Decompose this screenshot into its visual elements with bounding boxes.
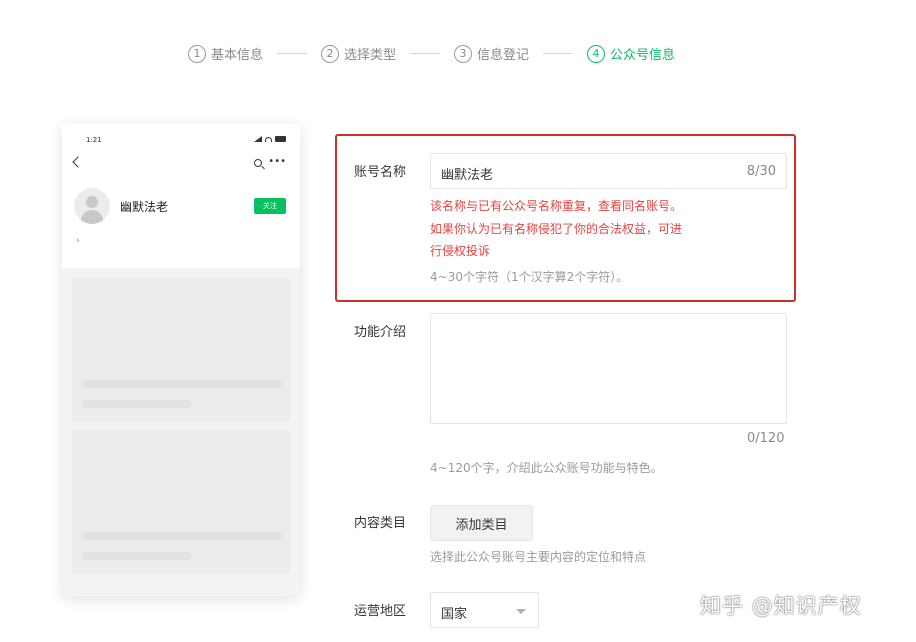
phone-preview: 1:21 ••• 幽默法老 关注 › <box>62 124 300 596</box>
avatar <box>74 188 110 224</box>
account-name-value: 幽默法老 <box>441 168 494 183</box>
region-select[interactable]: 国家 <box>430 592 539 628</box>
step-label: 信息登记 <box>477 48 530 63</box>
step-label: 基本信息 <box>211 48 264 63</box>
intro-hint: 4~120个字，介绍此公众账号功能与特色。 <box>430 461 663 475</box>
step-account-info: 4 公众号信息 <box>587 44 675 63</box>
account-name-label: 账号名称 <box>354 165 407 180</box>
preview-placeholder-card <box>72 278 290 422</box>
preview-account-name: 幽默法老 <box>120 200 169 214</box>
battery-icon <box>275 136 286 142</box>
intro-label: 功能介绍 <box>354 325 407 340</box>
category-hint: 选择此公众号账号主要内容的定位和特点 <box>430 550 647 564</box>
region-label: 运营地区 <box>354 604 407 619</box>
placeholder-line <box>82 380 282 388</box>
account-name-counter: 8/30 <box>746 164 776 179</box>
account-name-input[interactable]: 幽默法老 8/30 <box>430 153 787 189</box>
account-name-hint: 4~30个字符（1个汉字算2个字符）。 <box>430 270 629 284</box>
region-value: 国家 <box>441 607 468 622</box>
status-time: 1:21 <box>86 136 102 144</box>
step-number: 2 <box>321 44 340 63</box>
chevron-down-icon <box>516 609 526 614</box>
step-number: 3 <box>454 44 473 63</box>
preview-placeholder-card <box>72 430 290 574</box>
category-label: 内容类目 <box>354 516 407 531</box>
step-label: 选择类型 <box>344 48 397 63</box>
preview-header: 1:21 ••• 幽默法老 关注 › <box>62 124 300 268</box>
step-number: 4 <box>587 44 606 63</box>
infringement-complaint-link[interactable]: 行侵权投诉 <box>430 242 490 259</box>
add-category-button[interactable]: 添加类目 <box>430 505 533 541</box>
search-icon <box>254 159 262 167</box>
step-basic-info: 1 基本信息 <box>188 44 263 63</box>
signal-icon <box>254 136 262 142</box>
follow-button: 关注 <box>254 198 286 214</box>
duplicate-name-error[interactable]: 该名称与已有公众号名称重复，查看同名账号。 <box>430 197 682 214</box>
step-label: 公众号信息 <box>610 48 676 63</box>
wifi-icon <box>265 136 272 142</box>
step-divider <box>277 53 308 54</box>
intro-counter: 0/120 <box>747 431 785 446</box>
status-icons <box>254 136 286 142</box>
placeholder-line <box>82 400 192 408</box>
back-icon <box>72 156 84 168</box>
step-info-registration: 3 信息登记 <box>454 44 529 63</box>
progress-stepper: 1 基本信息 2 选择类型 3 信息登记 4 公众号信息 <box>188 44 675 63</box>
infringement-notice: 如果你认为已有名称侵犯了你的合法权益，可进 <box>430 222 683 236</box>
step-divider <box>543 53 574 54</box>
step-number: 1 <box>188 44 206 63</box>
chevron-right-icon: › <box>76 236 80 246</box>
placeholder-line <box>82 552 192 560</box>
watermark: 知乎 @知识产权 <box>700 594 862 618</box>
step-select-type: 2 选择类型 <box>321 44 396 63</box>
step-divider <box>410 53 441 54</box>
placeholder-line <box>82 532 282 540</box>
intro-textarea[interactable] <box>430 313 787 424</box>
more-icon: ••• <box>268 156 286 167</box>
